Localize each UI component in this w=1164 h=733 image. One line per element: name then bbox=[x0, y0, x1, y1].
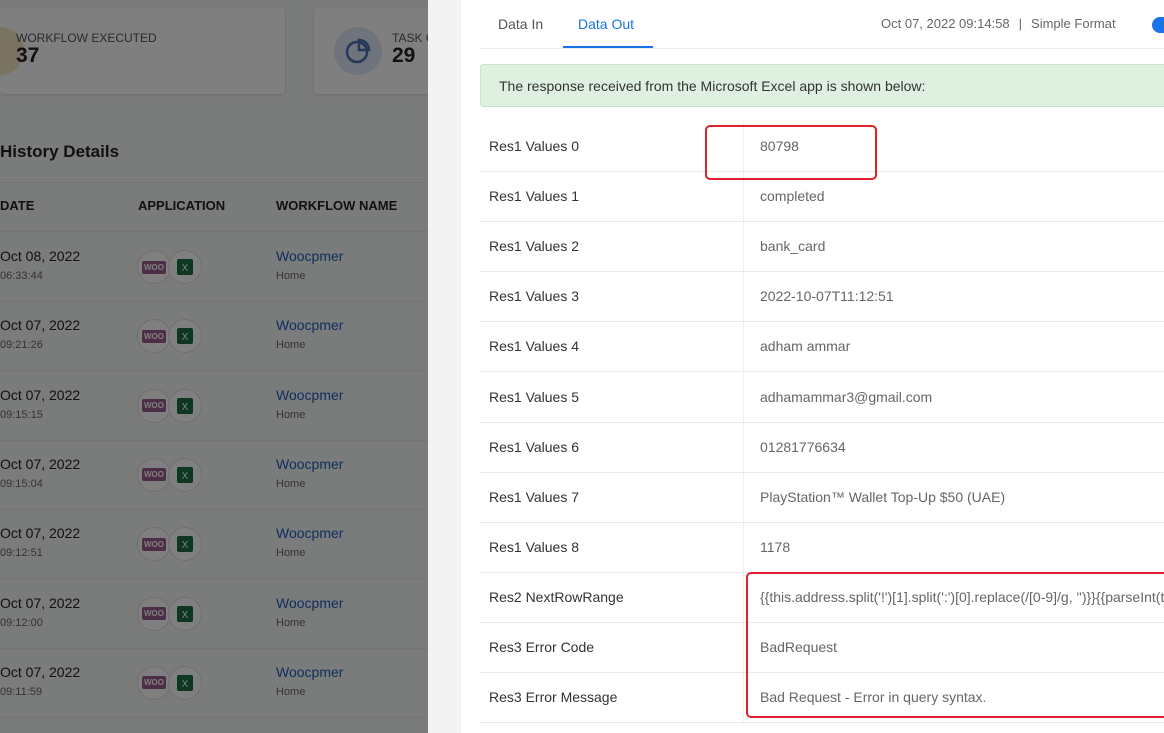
cell-divider bbox=[743, 272, 744, 322]
data-row: Res1 Values 4 adham ammar bbox=[480, 322, 1164, 373]
cell-divider bbox=[743, 322, 744, 372]
data-row: Res1 Values 3 2022-10-07T11:12:51 bbox=[480, 272, 1164, 323]
response-banner: The response received from the Microsoft… bbox=[480, 64, 1164, 107]
simple-format-toggle[interactable] bbox=[1152, 17, 1164, 33]
tabs-divider bbox=[480, 48, 1164, 49]
modal-backdrop[interactable] bbox=[0, 0, 428, 733]
data-row: Res1 Values 2 bank_card bbox=[480, 222, 1164, 273]
data-key: Res1 Values 0 bbox=[489, 138, 580, 154]
cell-divider bbox=[743, 572, 744, 622]
highlight-box bbox=[705, 125, 877, 180]
data-key: Res1 Values 2 bbox=[489, 238, 580, 255]
data-key: Res2 NextRowRange bbox=[489, 588, 624, 605]
data-value: bank_card bbox=[760, 238, 826, 255]
data-value: adham ammar bbox=[760, 338, 851, 355]
data-value: 1178 bbox=[760, 538, 791, 555]
cell-divider bbox=[743, 623, 744, 672]
data-row: Res1 Values 8 1178 bbox=[480, 522, 1164, 573]
data-key: Res1 Values 7 bbox=[489, 488, 580, 505]
panel-meta: Oct 07, 2022 09:14:58 | Simple Format bbox=[881, 16, 1116, 31]
data-key: Res1 Values 8 bbox=[489, 538, 580, 555]
tab-data-in[interactable]: Data In bbox=[498, 16, 543, 32]
data-value: 01281776634 bbox=[760, 438, 846, 455]
tab-data-out[interactable]: Data Out bbox=[578, 16, 634, 32]
cell-divider bbox=[743, 372, 744, 422]
data-row: Res1 Values 5 adhamammar3@gmail.com bbox=[480, 372, 1164, 423]
data-row: Res1 Values 6 01281776634 bbox=[480, 422, 1164, 473]
data-detail-panel: Data In Data Out Oct 07, 2022 09:14:58 | S… bbox=[428, 0, 1164, 733]
data-value: 2022-10-07T11:12:51 bbox=[760, 288, 894, 305]
highlight-box bbox=[746, 572, 1164, 718]
cell-divider bbox=[743, 673, 744, 723]
cell-divider bbox=[743, 522, 744, 572]
data-key: Res1 Values 3 bbox=[489, 288, 580, 305]
data-key: Res1 Values 5 bbox=[489, 388, 580, 405]
data-value: completed bbox=[760, 188, 825, 205]
data-key: Res3 Error Message bbox=[489, 689, 618, 706]
data-value: PlayStation™ Wallet Top-Up $50 (UAE) bbox=[760, 488, 1006, 505]
data-key: Res3 Error Code bbox=[489, 639, 595, 655]
cell-divider bbox=[743, 472, 744, 522]
execution-timestamp: Oct 07, 2022 09:14:58 bbox=[881, 16, 1010, 31]
data-value: adhamammar3@gmail.com bbox=[760, 388, 933, 405]
data-key: Res1 Values 4 bbox=[489, 338, 580, 355]
cell-divider bbox=[743, 222, 744, 272]
data-key: Res1 Values 6 bbox=[489, 438, 580, 455]
format-label: Simple Format bbox=[1031, 16, 1116, 31]
data-row: Res1 Values 7 PlayStation™ Wallet Top-Up … bbox=[480, 472, 1164, 523]
separator: | bbox=[1018, 16, 1023, 31]
data-key: Res1 Values 1 bbox=[489, 188, 580, 205]
panel-edge bbox=[428, 0, 461, 733]
cell-divider bbox=[743, 422, 744, 472]
